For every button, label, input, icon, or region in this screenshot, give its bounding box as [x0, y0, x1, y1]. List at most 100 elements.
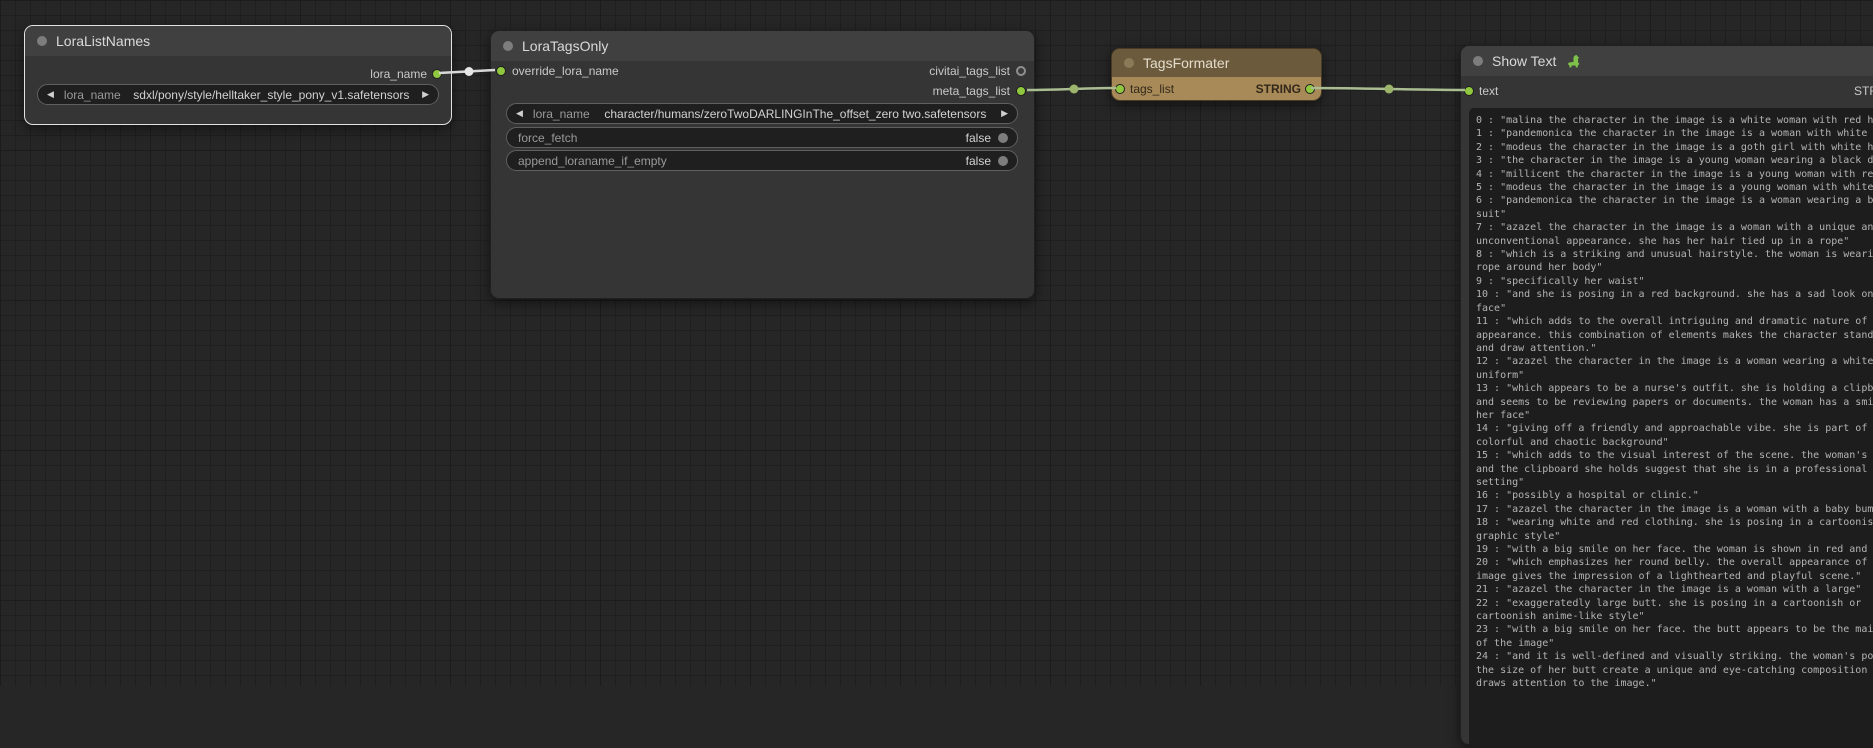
node-graph-canvas[interactable]: LoraListNames lora_name ◀ lora_name sdxl… [0, 0, 1873, 686]
combo-left-arrow-icon[interactable]: ◀ [47, 89, 54, 100]
node-tagsformater[interactable]: TagsFormater tags_list STRING [1111, 48, 1322, 101]
text-line: appearance. this combination of elements… [1476, 329, 1873, 342]
text-line: 16 : "possibly a hospital or clinic." [1476, 489, 1873, 502]
input-slot-text[interactable] [1464, 86, 1474, 96]
node-loralistnames[interactable]: LoraListNames lora_name ◀ lora_name sdxl… [24, 25, 452, 125]
text-line: 23 : "with a big smile on her face. the … [1476, 623, 1873, 636]
text-line: 17 : "azazel the character in the image … [1476, 503, 1873, 516]
text-line: 18 : "wearing white and red clothing. sh… [1476, 516, 1873, 529]
input-slot-label-tags-list: tags_list [1130, 82, 1174, 96]
text-line: 24 : "and it is well-defined and visuall… [1476, 650, 1873, 663]
node-title-bar[interactable]: LoraTagsOnly [491, 31, 1034, 61]
input-slot-label-text: text [1479, 84, 1498, 98]
text-line: and draw attention." [1476, 342, 1873, 355]
output-slot-label-lora-name: lora_name [370, 67, 427, 81]
text-line: setting" [1476, 476, 1873, 489]
output-slot-meta-tags-list[interactable] [1016, 86, 1026, 96]
text-line: her face" [1476, 409, 1873, 422]
combo-left-arrow-icon[interactable]: ◀ [516, 108, 523, 119]
node-title: LoraTagsOnly [522, 38, 608, 54]
combo-right-arrow-icon[interactable]: ▶ [422, 89, 429, 100]
output-slot-label-string: STRING [1854, 84, 1873, 98]
text-line: colorful and chaotic background" [1476, 436, 1873, 449]
widget-value: false [966, 154, 991, 168]
toggle-knob-icon[interactable] [998, 156, 1008, 166]
text-line: 0 : "malina the character in the image i… [1476, 114, 1873, 127]
link-midpoint-dot[interactable] [1385, 85, 1394, 94]
text-line: rope around her body" [1476, 261, 1873, 274]
output-slot-label-string: STRING [1256, 82, 1301, 96]
link-midpoint-dot[interactable] [465, 67, 474, 76]
text-line: 2 : "modeus the character in the image i… [1476, 141, 1873, 154]
text-line: 22 : "exaggeratedly large butt. she is p… [1476, 597, 1873, 610]
collapse-dot-icon[interactable] [1473, 56, 1483, 66]
collapse-dot-icon[interactable] [1124, 58, 1134, 68]
text-line: 3 : "the character in the image is a you… [1476, 154, 1873, 167]
link-wire-meta-tags-list[interactable] [1027, 88, 1116, 90]
text-line: 20 : "which emphasizes her round belly. … [1476, 556, 1873, 569]
text-line: draws attention to the image." [1476, 677, 1873, 690]
widget-value: false [966, 131, 991, 145]
text-line: 9 : "specifically her waist" [1476, 275, 1873, 288]
text-line: 14 : "giving off a friendly and approach… [1476, 422, 1873, 435]
text-line: 13 : "which appears to be a nurse's outf… [1476, 382, 1873, 395]
show-text-output-area[interactable]: 0 : "malina the character in the image i… [1469, 108, 1873, 748]
text-line: cartoonish anime-like style" [1476, 610, 1873, 623]
output-slot-label-civitai-tags-list: civitai_tags_list [929, 64, 1010, 78]
node-show-text[interactable]: Show Text text STRING 0 : "malina the ch… [1460, 45, 1873, 745]
text-line: 1 : "pandemonica the character in the im… [1476, 127, 1873, 140]
text-line: image gives the impression of a lighthea… [1476, 570, 1873, 583]
text-line: unconventional appearance. she has her h… [1476, 235, 1873, 248]
toggle-knob-icon[interactable] [998, 133, 1008, 143]
output-slot-string[interactable] [1305, 84, 1315, 94]
link-wire-string[interactable] [1311, 88, 1465, 90]
text-line: 4 : "millicent the character in the imag… [1476, 168, 1873, 181]
widget-lora-name-combo[interactable]: ◀ lora_name sdxl/pony/style/helltaker_st… [37, 84, 439, 105]
output-slot-civitai-tags-list[interactable] [1016, 66, 1026, 76]
link-midpoint-dot[interactable] [1070, 85, 1079, 94]
node-title: TagsFormater [1143, 55, 1229, 71]
node-title-bar[interactable]: LoraListNames [25, 26, 451, 56]
widget-value: sdxl/pony/style/helltaker_style_pony_v1.… [121, 88, 422, 102]
text-line: the size of her butt create a unique and… [1476, 664, 1873, 677]
text-line: 6 : "pandemonica the character in the im… [1476, 194, 1873, 207]
node-title-bar[interactable]: TagsFormater [1112, 49, 1321, 77]
input-slot-label-override-lora-name: override_lora_name [512, 64, 619, 78]
text-line: and the clipboard she holds suggest that… [1476, 463, 1873, 476]
text-line: 11 : "which adds to the overall intrigui… [1476, 315, 1873, 328]
text-line: 8 : "which is a striking and unusual hai… [1476, 248, 1873, 261]
widget-append-loraname-if-empty-toggle[interactable]: append_loraname_if_empty false [506, 150, 1018, 171]
combo-right-arrow-icon[interactable]: ▶ [1001, 108, 1008, 119]
node-loratagsonly[interactable]: LoraTagsOnly override_lora_name civitai_… [490, 30, 1035, 299]
node-title: Show Text [1492, 53, 1556, 69]
output-slot-lora-name[interactable] [432, 69, 442, 79]
collapse-dot-icon[interactable] [503, 41, 513, 51]
text-line: graphic style" [1476, 530, 1873, 543]
widget-label: force_fetch [518, 131, 577, 145]
text-line: 7 : "azazel the character in the image i… [1476, 221, 1873, 234]
llama-icon [1567, 54, 1582, 69]
node-title-bar[interactable]: Show Text [1461, 46, 1873, 76]
text-line: 19 : "with a big smile on her face. the … [1476, 543, 1873, 556]
text-line: 21 : "azazel the character in the image … [1476, 583, 1873, 596]
text-line: 15 : "which adds to the visual interest … [1476, 449, 1873, 462]
text-line: of the image" [1476, 637, 1873, 650]
output-slot-label-meta-tags-list: meta_tags_list [933, 84, 1010, 98]
collapse-dot-icon[interactable] [37, 36, 47, 46]
node-title: LoraListNames [56, 33, 150, 49]
text-line: and seems to be reviewing papers or docu… [1476, 396, 1873, 409]
text-line: uniform" [1476, 369, 1873, 382]
text-line: 12 : "azazel the character in the image … [1476, 355, 1873, 368]
text-line: 10 : "and she is posing in a red backgro… [1476, 288, 1873, 301]
text-line: face" [1476, 302, 1873, 315]
widget-label: append_loraname_if_empty [518, 154, 667, 168]
input-slot-tags-list[interactable] [1115, 84, 1125, 94]
input-slot-override-lora-name[interactable] [496, 66, 506, 76]
text-line: suit" [1476, 208, 1873, 221]
widget-force-fetch-toggle[interactable]: force_fetch false [506, 127, 1018, 148]
widget-lora-name-combo[interactable]: ◀ lora_name character/humans/zeroTwoDARL… [506, 103, 1018, 124]
widget-label: lora_name [533, 107, 590, 121]
text-line: 5 : "modeus the character in the image i… [1476, 181, 1873, 194]
widget-value: character/humans/zeroTwoDARLINGInThe_off… [590, 107, 1001, 121]
widget-label: lora_name [64, 88, 121, 102]
